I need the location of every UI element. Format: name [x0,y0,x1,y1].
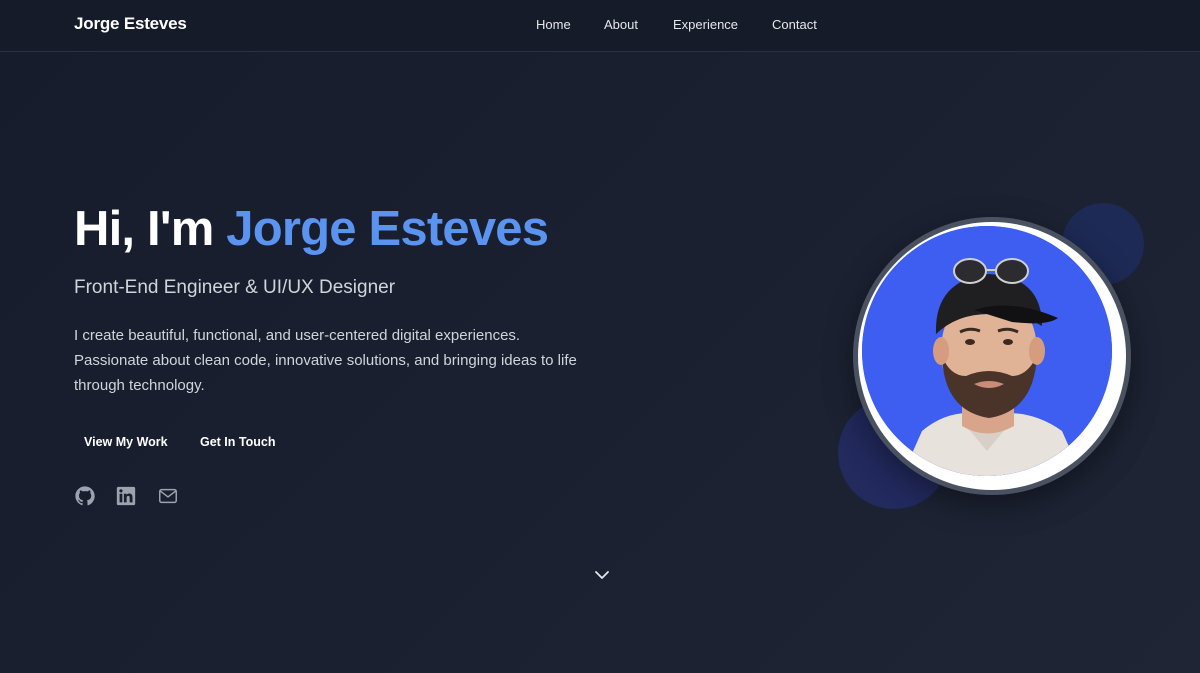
brand-logo[interactable]: Jorge Esteves [74,14,187,34]
navbar: Jorge Esteves Home About Experience Cont… [0,0,1200,52]
scroll-down-chevron-icon[interactable] [593,568,611,582]
mail-icon[interactable] [157,485,179,507]
nav-about[interactable]: About [604,17,638,32]
view-my-work-button[interactable]: View My Work [84,432,168,454]
profile-photo-frame [853,217,1131,495]
github-icon[interactable] [74,485,96,507]
nav-experience[interactable]: Experience [673,17,738,32]
hero-description: I create beautiful, functional, and user… [74,327,577,394]
hero-name: Jorge Esteves [226,202,549,256]
get-in-touch-button[interactable]: Get In Touch [200,432,275,454]
linkedin-icon[interactable] [115,485,137,507]
hero-subtitle: Front-End Engineer & UI/UX Designer [74,277,396,298]
hero-title: Hi, I'm Jorge Esteves [74,201,549,257]
hero-greeting: Hi, I'm [74,202,227,256]
nav-home[interactable]: Home [536,17,571,32]
profile-photo [862,226,1112,476]
nav-contact[interactable]: Contact [772,17,817,32]
